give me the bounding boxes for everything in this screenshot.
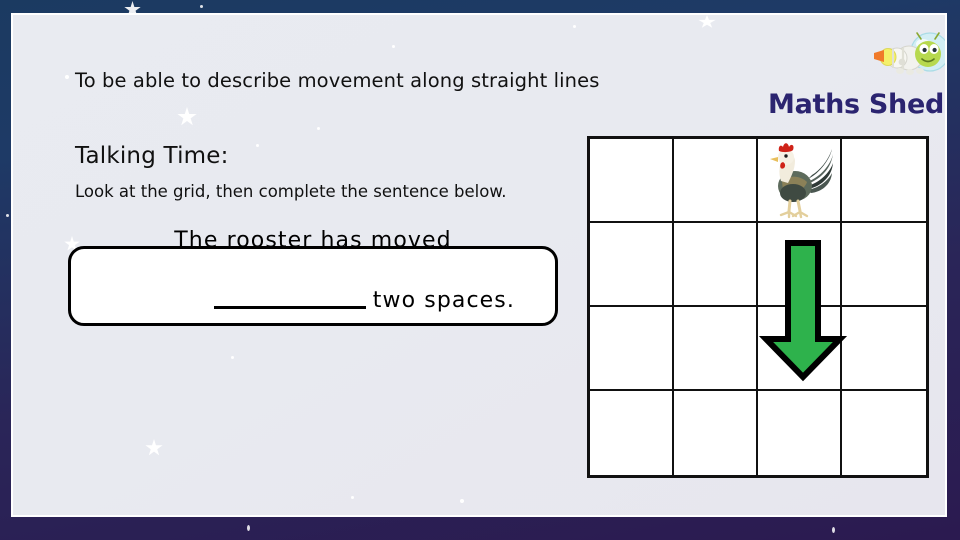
star-dot-icon [317, 127, 320, 130]
grid-cell-r4c1[interactable] [590, 391, 674, 475]
maths-shed-wordmark: Maths Shed [768, 89, 944, 120]
talking-time-heading: Talking Time: [75, 143, 229, 169]
grid-cell-r1c4[interactable] [842, 139, 926, 223]
grid-cell-r3c4[interactable] [842, 307, 926, 391]
sentence-completion-box[interactable]: The rooster has moved two spaces. [68, 228, 558, 326]
star-icon [145, 439, 163, 456]
rooster-icon [770, 143, 833, 219]
star-dot-icon [832, 527, 835, 533]
grid-cell-r1c1[interactable] [590, 139, 674, 223]
grid-cell-r2c2[interactable] [674, 223, 758, 307]
grid-cell-r2c3[interactable] [758, 223, 842, 307]
slide-content-panel: To be able to describe movement along st… [11, 13, 947, 517]
fill-in-blank[interactable] [213, 306, 366, 309]
star-dot-icon [200, 5, 203, 8]
grid-cell-r4c3[interactable] [758, 391, 842, 475]
sentence-line-second-text: two spaces. [372, 288, 515, 313]
grid-cell-r1c3[interactable] [758, 139, 842, 223]
star-dot-icon [351, 496, 354, 499]
star-dot-icon [392, 45, 395, 48]
star-dot-icon [65, 75, 69, 79]
star-dot-icon [247, 525, 250, 531]
sentence-line-first: The rooster has moved [174, 228, 452, 253]
grid-cell-r4c4[interactable] [842, 391, 926, 475]
star-dot-icon [460, 499, 464, 503]
star-dot-icon [256, 144, 259, 147]
maths-shed-logo: Maths Shed [768, 31, 945, 121]
instruction-text: Look at the grid, then complete the sent… [75, 182, 507, 201]
caterpillar-astronaut-icon [874, 32, 945, 75]
star-dot-icon [231, 356, 234, 359]
star-icon [698, 15, 716, 28]
sentence-line-second: two spaces. [149, 256, 515, 346]
grid-cell-r2c4[interactable] [842, 223, 926, 307]
grid-cell-r1c2[interactable] [674, 139, 758, 223]
grid-cell-r3c3[interactable] [758, 307, 842, 391]
star-dot-icon [6, 214, 9, 217]
learning-objective-text: To be able to describe movement along st… [75, 69, 600, 92]
movement-grid[interactable] [587, 136, 929, 478]
star-icon [177, 107, 197, 126]
grid-cell-r4c2[interactable] [674, 391, 758, 475]
star-dot-icon [573, 25, 576, 28]
slide-canvas: To be able to describe movement along st… [0, 0, 960, 540]
grid-cell-r3c1[interactable] [590, 307, 674, 391]
grid-cell-r2c1[interactable] [590, 223, 674, 307]
grid-cell-r3c2[interactable] [674, 307, 758, 391]
